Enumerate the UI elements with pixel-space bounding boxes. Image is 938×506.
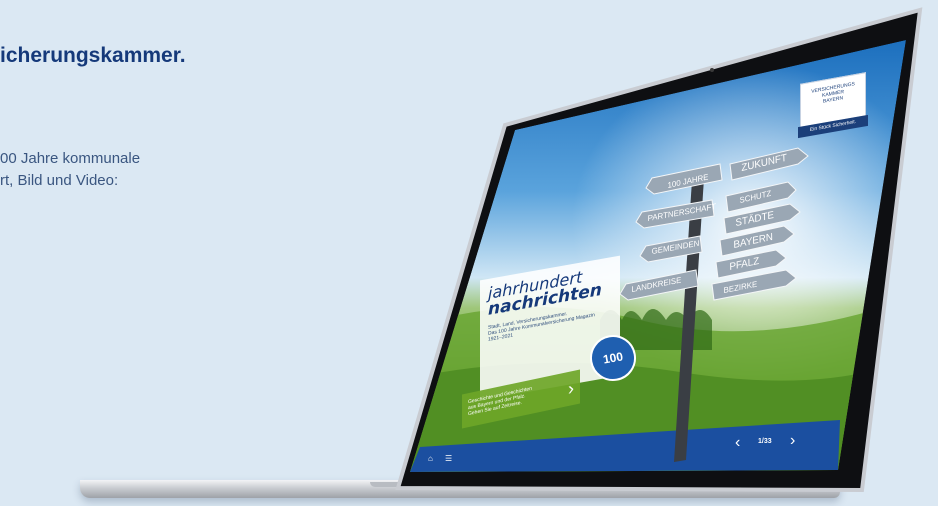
chevron-left-icon[interactable]: ‹ [735, 434, 740, 452]
page-indicator: 1/33 [758, 438, 772, 445]
chevron-right-icon: › [568, 377, 574, 400]
home-icon[interactable]: ⌂ [428, 454, 433, 463]
camera-dot [710, 68, 714, 72]
laptop-lid: 100 JAHRE PARTNERSCHAFT GEMEINDEN LANDKR… [395, 7, 923, 493]
list-icon[interactable]: ☰ [445, 454, 452, 463]
chevron-right-icon[interactable]: › [790, 432, 795, 450]
